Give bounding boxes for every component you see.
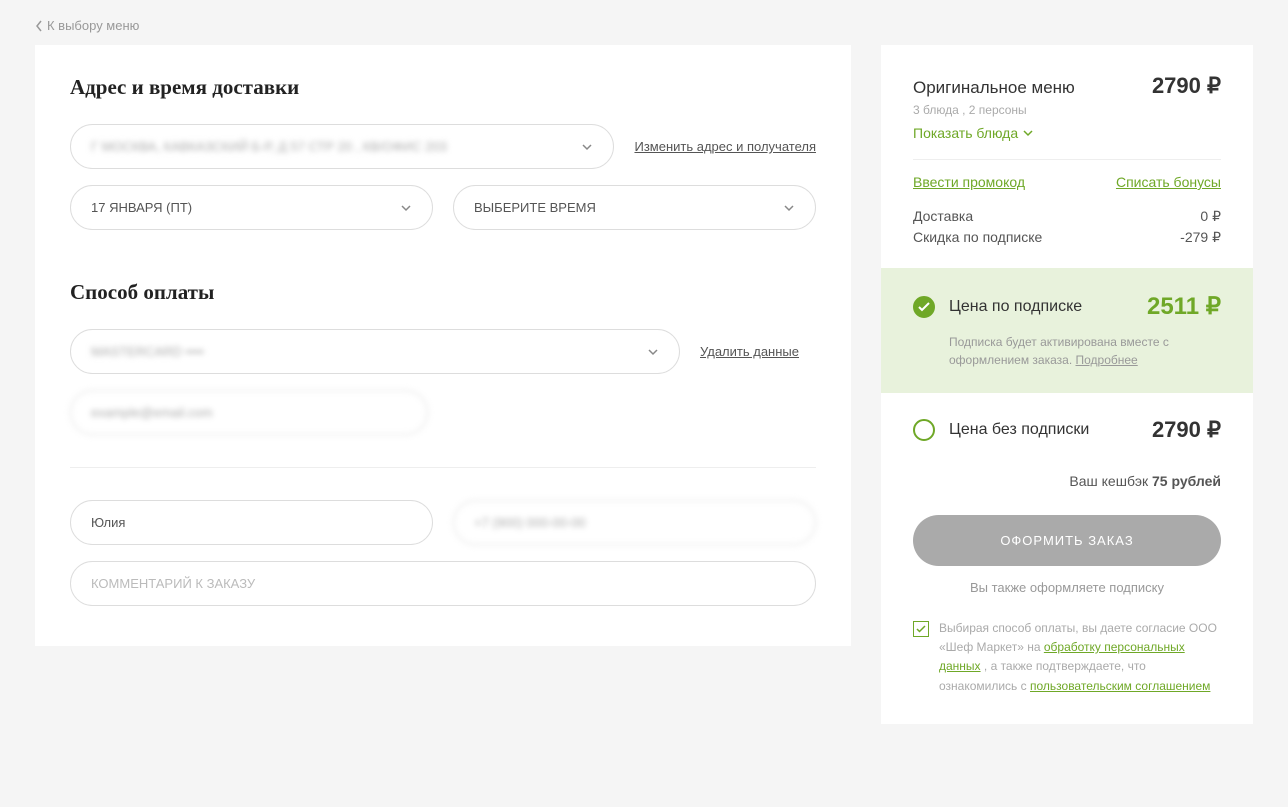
- order-summary: Оригинальное меню 2790 ₽ 3 блюда , 2 пер…: [881, 45, 1253, 724]
- terms-link[interactable]: пользовательским соглашением: [1030, 679, 1210, 693]
- radio-selected[interactable]: [913, 296, 935, 318]
- name-field[interactable]: Юлия: [70, 500, 433, 545]
- card-value: MASTERCARD ••••: [91, 344, 204, 359]
- delivery-section-title: Адрес и время доставки: [70, 75, 816, 100]
- delivery-date-select[interactable]: 17 ЯНВАРЯ (ПТ): [70, 185, 433, 230]
- delivery-cost-value: 0 ₽: [1200, 208, 1221, 225]
- back-to-menu-link[interactable]: К выбору меню: [35, 18, 139, 33]
- check-icon: [916, 625, 926, 633]
- subscription-price-option[interactable]: Цена по подписке 2511 ₽ Подписка будет а…: [881, 268, 1253, 393]
- consent-checkbox[interactable]: [913, 621, 929, 637]
- chevron-down-icon: [647, 346, 659, 358]
- payment-card-select[interactable]: MASTERCARD ••••: [70, 329, 680, 374]
- consent-text: Выбирая способ оплаты, вы даете согласие…: [939, 619, 1221, 696]
- no-subscription-value: 2790 ₽: [1152, 417, 1221, 443]
- also-subscribing-note: Вы также оформляете подписку: [913, 580, 1221, 595]
- chevron-down-icon: [783, 202, 795, 214]
- delivery-time-placeholder: ВЫБЕРИТЕ ВРЕМЯ: [474, 200, 596, 215]
- discount-label: Скидка по подписке: [913, 229, 1042, 246]
- check-icon: [918, 302, 930, 312]
- change-address-link[interactable]: Изменить адрес и получателя: [634, 139, 816, 154]
- email-field[interactable]: example@email.com: [70, 390, 428, 435]
- back-link-label: К выбору меню: [47, 18, 139, 33]
- radio-unselected[interactable]: [913, 419, 935, 441]
- subscription-price-value: 2511 ₽: [1147, 292, 1221, 321]
- address-select[interactable]: Г МОСКВА, КАВКАЗСКИЙ Б-Р, Д 57 СТР 20 , …: [70, 124, 614, 169]
- subscription-more-link[interactable]: Подробнее: [1076, 353, 1138, 367]
- menu-price: 2790 ₽: [1152, 73, 1221, 99]
- comment-field[interactable]: КОММЕНТАРИЙ К ЗАКАЗУ: [70, 561, 816, 606]
- discount-value: -279 ₽: [1180, 229, 1221, 246]
- subscription-price-label: Цена по подписке: [949, 298, 1133, 316]
- show-dishes-label: Показать блюда: [913, 125, 1018, 141]
- delivery-cost-label: Доставка: [913, 208, 973, 225]
- divider: [70, 467, 816, 468]
- no-subscription-label: Цена без подписки: [949, 421, 1138, 439]
- cashback-info: Ваш кешбэк 75 рублей: [881, 467, 1253, 515]
- payment-section-title: Способ оплаты: [70, 280, 816, 305]
- subscription-note: Подписка будет активирована вместе с офо…: [949, 333, 1221, 369]
- chevron-down-icon: [400, 202, 412, 214]
- menu-name: Оригинальное меню: [913, 78, 1075, 98]
- delivery-date-value: 17 ЯНВАРЯ (ПТ): [91, 200, 192, 215]
- checkout-form: Адрес и время доставки Г МОСКВА, КАВКАЗС…: [35, 45, 851, 646]
- show-dishes-toggle[interactable]: Показать блюда: [913, 125, 1034, 141]
- submit-order-button[interactable]: ОФОРМИТЬ ЗАКАЗ: [913, 515, 1221, 566]
- divider: [913, 159, 1221, 160]
- chevron-down-icon: [581, 141, 593, 153]
- enter-promo-link[interactable]: Ввести промокод: [913, 174, 1025, 190]
- no-subscription-price-option[interactable]: Цена без подписки 2790 ₽: [881, 393, 1253, 467]
- menu-details: 3 блюда , 2 персоны: [913, 103, 1221, 117]
- delete-card-link[interactable]: Удалить данные: [700, 344, 799, 359]
- phone-field[interactable]: +7 (900) 000-00-00: [453, 500, 816, 545]
- delivery-time-select[interactable]: ВЫБЕРИТЕ ВРЕМЯ: [453, 185, 816, 230]
- use-bonus-link[interactable]: Списать бонусы: [1116, 174, 1221, 190]
- chevron-left-icon: [35, 20, 43, 32]
- address-value: Г МОСКВА, КАВКАЗСКИЙ Б-Р, Д 57 СТР 20 , …: [91, 139, 447, 154]
- chevron-down-icon: [1022, 127, 1034, 139]
